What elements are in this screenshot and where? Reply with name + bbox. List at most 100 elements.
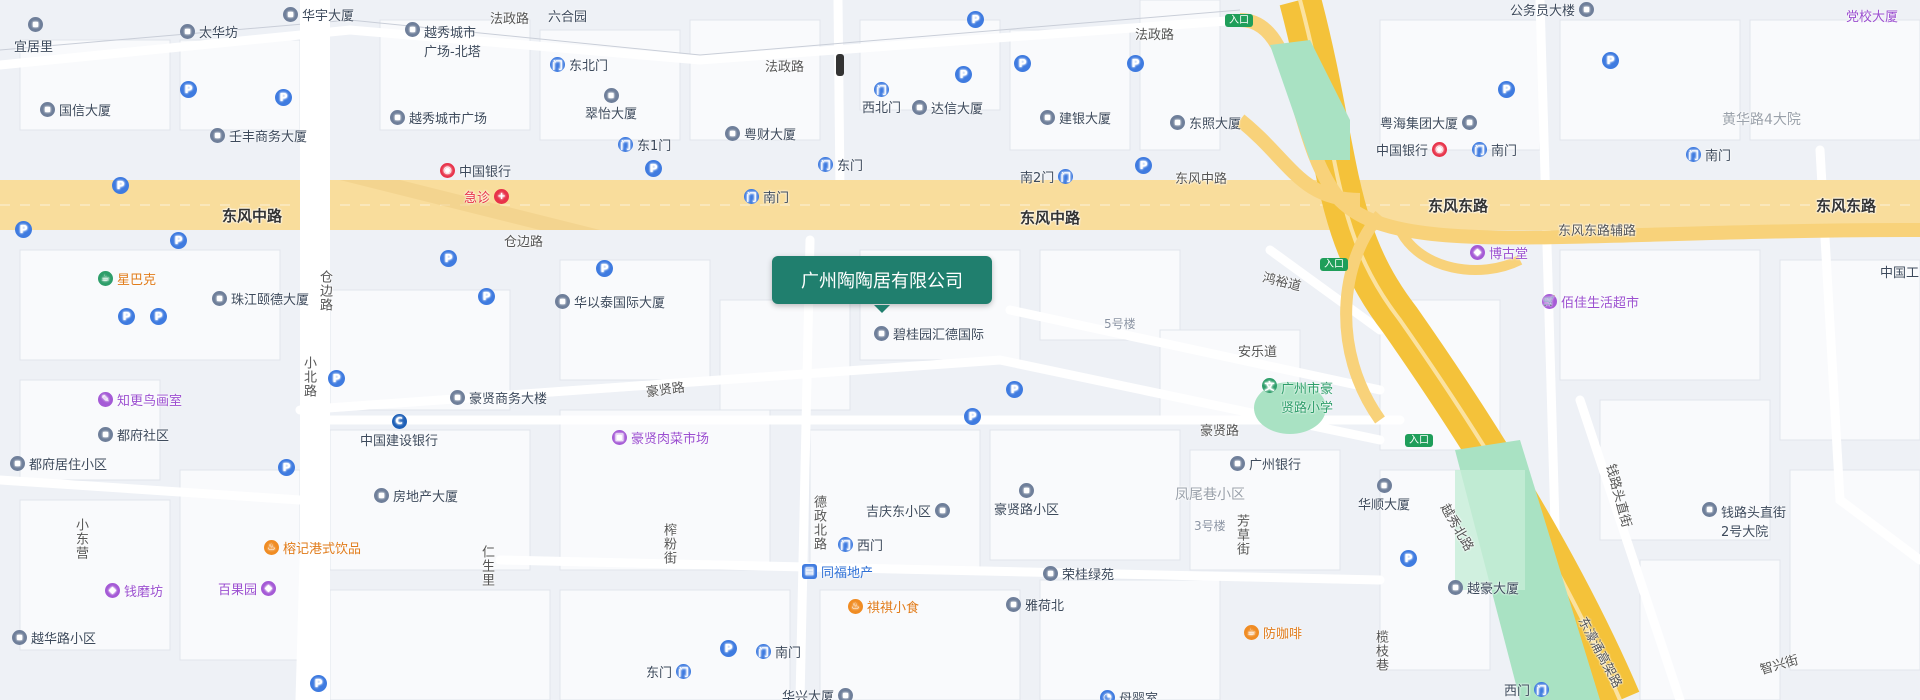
poi-baiguoyuan[interactable]: 百果园 ◆ [218, 579, 277, 598]
poi-dongbeimen[interactable]: 门东北门 [550, 55, 608, 74]
poi-yijuli[interactable]: ▪ [28, 17, 43, 32]
poi-xibeimen[interactable]: 门西北门 [862, 82, 901, 116]
poi-huayitai[interactable]: ▪ 华以泰国际大厦 [555, 292, 665, 311]
poi-dongzhao[interactable]: ▪ 东照大厦 [1170, 113, 1241, 132]
parking-icon[interactable]: P [118, 308, 135, 325]
road-label-anle: 安乐道 [1238, 345, 1278, 360]
parking-icon[interactable]: P [278, 459, 295, 476]
poi-nanmen-1[interactable]: 门南门 [744, 187, 789, 206]
entrance-badge[interactable]: 入口 [1405, 434, 1433, 447]
parking-icon[interactable]: P [150, 308, 167, 325]
parking-icon[interactable]: P [328, 370, 345, 387]
parking-icon[interactable]: P [1400, 550, 1417, 567]
poi-starbucks[interactable]: ☕ 星巴克 [98, 269, 156, 288]
parking-icon[interactable]: P [1006, 381, 1023, 398]
parking-icon[interactable]: P [955, 66, 972, 83]
poi-real-estate[interactable]: ▪ 房地产大厦 [374, 486, 458, 505]
poi-dufu-community[interactable]: ▪ 都府社区 [98, 425, 169, 444]
poi-bank-of-china-1[interactable]: ◉ 中国银行 [440, 161, 511, 180]
poi-bank-of-china-2[interactable]: 中国银行 ◉ [1376, 140, 1448, 159]
poi-muying[interactable]: ◔ 母婴室 [1100, 688, 1158, 700]
poi-jiqingdong[interactable]: 吉庆东小区 ▪ [866, 501, 951, 520]
poi-liuheyuan[interactable]: 六合园 [548, 6, 587, 25]
poi-qianmofang[interactable]: ◆ 钱磨坊 [105, 581, 163, 600]
poi-yuehua-residential[interactable]: ▪ 越华路小区 [12, 628, 96, 647]
poi-haoxian-market[interactable]: ▣ 豪贤肉菜市场 [612, 428, 709, 447]
poi-taihuafang[interactable]: ▪ 太华坊 [180, 22, 238, 41]
poi-zhujiang-yide[interactable]: ▪ 珠江颐德大厦 [212, 289, 309, 308]
parking-icon[interactable]: P [1014, 55, 1031, 72]
parking-icon[interactable]: P [967, 11, 984, 28]
poi-ronggui[interactable]: ▪ 荣桂绿苑 [1043, 564, 1114, 583]
parking-icon[interactable]: P [1127, 55, 1144, 72]
poi-yuehao[interactable]: ▪ 越豪大厦 [1448, 578, 1519, 597]
poi-label: 豪贤商务大楼 [469, 392, 548, 407]
poi-yuehai[interactable]: 粤海集团大厦 ▪ [1380, 113, 1478, 132]
parking-icon[interactable]: P [180, 81, 197, 98]
poi-emergency[interactable]: 急诊 + [464, 187, 510, 206]
poi-yuexiu-north-tower[interactable]: ▪ 越秀城市广场-北塔 [405, 22, 484, 60]
road-label-cangbian-1: 仓边路 [504, 235, 544, 250]
poi-ccb[interactable]: C 中国建设银行 [360, 414, 438, 449]
parking-icon: P [964, 408, 981, 425]
parking-icon[interactable]: P [478, 288, 495, 305]
poi-ximen-2[interactable]: 西门门 [1504, 680, 1550, 699]
poi-dongmen-1[interactable]: 门东门 [818, 155, 863, 174]
poi-dong1men[interactable]: 门东1门 [618, 135, 671, 154]
poi-baijia-market[interactable]: 🛒 佰佳生活超市 [1542, 292, 1639, 311]
parking-icon[interactable]: P [645, 160, 662, 177]
poi-renfeng[interactable]: ▪ 壬丰商务大厦 [210, 126, 307, 145]
poi-yahebei[interactable]: ▪ 雅荷北 [1006, 595, 1064, 614]
poi-zhigengniao[interactable]: ✎ 知更鸟画室 [98, 390, 182, 409]
poi-jianyin[interactable]: ▪ 建银大厦 [1040, 108, 1111, 127]
entrance-badge[interactable]: 入口 [1320, 258, 1348, 271]
poi-biguiyuan-huide[interactable]: ▪ 碧桂园汇德国际 [874, 324, 984, 343]
door-icon: 门 [744, 189, 759, 204]
parking-icon[interactable]: P [720, 640, 737, 657]
parking-icon[interactable]: P [1135, 157, 1152, 174]
poi-nanmen-4[interactable]: 门南门 [756, 642, 801, 661]
poi-guoxin[interactable]: ▪ 国信大厦 [40, 100, 111, 119]
poi-huaxing[interactable]: 华兴大厦 ▪ [782, 686, 854, 700]
parking-icon[interactable]: P [596, 260, 613, 277]
parking-icon[interactable]: P [112, 177, 129, 194]
poi-qianlutou-2[interactable]: ▪ 钱路头直街2号大院 [1702, 502, 1789, 540]
poi-haoxian-business[interactable]: ▪ 豪贤商务大楼 [450, 388, 547, 407]
map-canvas[interactable]: 法政路 法政路 法政路 东风中路 东风中路 东风中路 东风东路 东风东路 东风东… [0, 0, 1920, 700]
poi-yuexiu-plaza[interactable]: ▪ 越秀城市广场 [390, 108, 487, 127]
poi-civil-servant[interactable]: 公务员大楼 ▪ [1510, 0, 1595, 19]
poi-dangxiao[interactable]: 党校大厦 [1846, 6, 1898, 25]
poi-dufu-residential[interactable]: ▪ 都府居住小区 [10, 454, 107, 473]
poi-daxin[interactable]: ▪ 达信大厦 [912, 98, 983, 117]
poi-nanmen-3[interactable]: 门南门 [1686, 145, 1731, 164]
parking-icon[interactable]: P [15, 221, 32, 238]
poi-qiqi-snack[interactable]: ♨ 祺祺小食 [848, 597, 919, 616]
poi-label: 越华路小区 [31, 632, 97, 647]
parking-icon[interactable]: P [310, 675, 327, 692]
poi-rongji[interactable]: ♨ 榕记港式饮品 [264, 538, 361, 557]
poi-haoxian-primary-school[interactable]: 文广州市豪贤路小学 [1262, 378, 1339, 416]
poi-huayu[interactable]: ▪ 华宇大厦 [283, 5, 354, 24]
parking-icon[interactable]: P [275, 89, 292, 106]
company-location-marker[interactable]: 广州陶陶居有限公司 [772, 256, 992, 313]
entrance-badge[interactable]: 入口 [1225, 14, 1253, 27]
poi-guangzhou-bank[interactable]: ▪ 广州银行 [1230, 454, 1301, 473]
parking-icon[interactable]: P [964, 408, 981, 425]
poi-huashun[interactable]: ▪ 华顺大厦 [1358, 478, 1410, 513]
parking-icon[interactable]: P [170, 232, 187, 249]
parking-icon[interactable]: P [1602, 52, 1619, 69]
poi-nan2men[interactable]: 南2门门 [1020, 167, 1074, 186]
poi-ximen-1[interactable]: 门西门 [838, 535, 883, 554]
poi-fang-coffee[interactable]: ☕ 防咖啡 [1244, 623, 1302, 642]
poi-nanmen-2[interactable]: 门南门 [1472, 140, 1517, 159]
poi-cuiyi[interactable]: ▪ 翠怡大厦 [585, 88, 637, 122]
parking-icon[interactable]: P [440, 250, 457, 267]
parking-icon[interactable]: P [1498, 81, 1515, 98]
poi-icbc-partial[interactable]: 中国工 [1880, 262, 1919, 281]
poi-bogutang[interactable]: ◆ 博古堂 [1470, 243, 1528, 262]
poi-label: 西北门 [862, 101, 902, 116]
poi-yuecai[interactable]: ▪ 粤财大厦 [725, 124, 796, 143]
poi-tongfu[interactable]: ▤ 同福地产 [802, 562, 873, 581]
poi-dongmen-2[interactable]: 东门门 [646, 662, 692, 681]
poi-haoxian-residential[interactable]: ▪ 豪贤路小区 [994, 483, 1059, 518]
